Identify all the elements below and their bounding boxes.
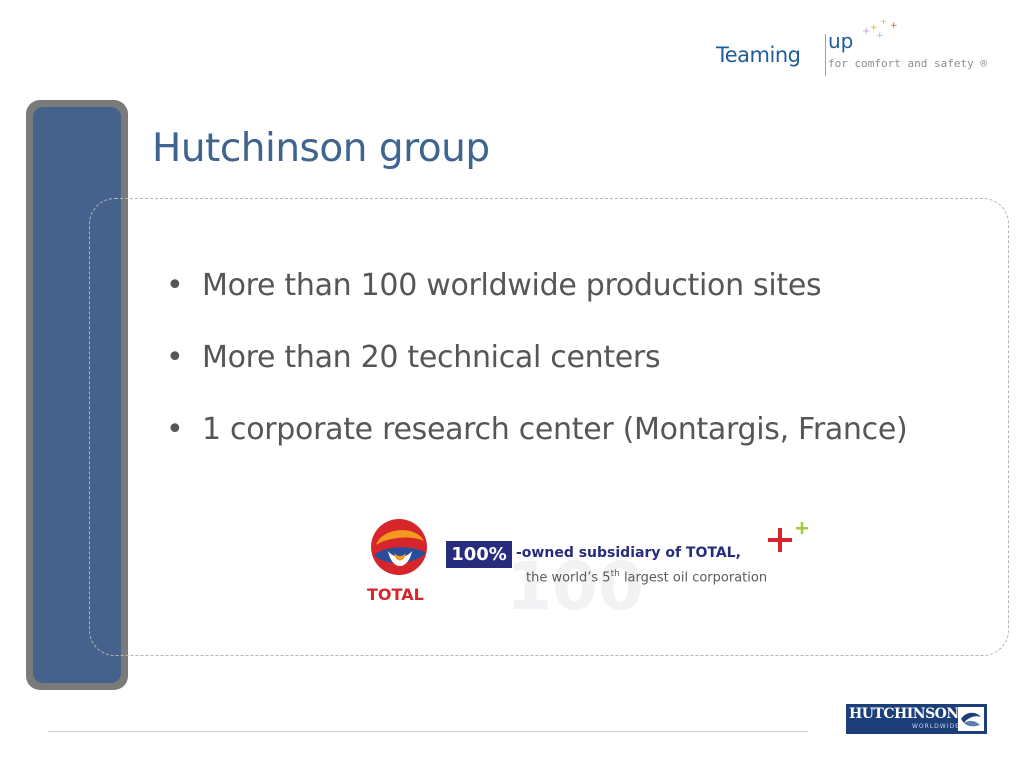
hutchinson-emblem-icon	[958, 707, 984, 731]
svg-text:+: +	[880, 17, 887, 26]
bullet-list: • More than 100 worldwide production site…	[166, 268, 908, 484]
plus-plus-icon	[768, 522, 808, 552]
world-sup: th	[610, 569, 620, 579]
svg-text:+: +	[890, 21, 898, 31]
logo-up: up	[828, 29, 854, 53]
hutchinson-sub: WORLDWIDE	[912, 723, 960, 730]
teaming-up-logo: + + + + + Teaming up for comfort and saf…	[712, 14, 1012, 78]
hutchinson-logo: HUTCHINSON WORLDWIDE	[846, 704, 987, 734]
bullet-text: 1 corporate research center (Montargis, …	[202, 412, 908, 447]
percent-badge: 100%	[446, 541, 512, 568]
slide-title: Hutchinson group	[152, 126, 490, 171]
bullet-item: • 1 corporate research center (Montargis,…	[166, 412, 908, 484]
logo-tagline: for comfort and safety ®	[828, 57, 987, 70]
bullet-text: More than 20 technical centers	[202, 340, 661, 375]
logo-word: Teaming	[716, 43, 801, 67]
total-brand: TOTAL	[367, 585, 424, 604]
world-ranking-text: the world’s 5th largest oil corporation	[526, 569, 767, 585]
svg-text:+: +	[876, 31, 884, 41]
owned-subsidiary-text: -owned subsidiary of TOTAL,	[516, 545, 741, 561]
bullet-item: • More than 100 worldwide production site…	[166, 268, 907, 340]
footer-divider	[48, 731, 808, 732]
sparkle-icon: + + + + +	[862, 17, 898, 41]
hutchinson-name: HUTCHINSON	[849, 706, 959, 722]
bullet-dot: •	[166, 340, 184, 375]
bullet-item: • More than 20 technical centers	[166, 340, 907, 412]
bullet-text: More than 100 worldwide production sites	[202, 268, 822, 303]
world-prefix: the world’s 5	[526, 570, 611, 586]
world-suffix: largest oil corporation	[619, 570, 768, 586]
logo-divider	[825, 34, 826, 76]
bullet-dot: •	[166, 412, 184, 447]
bullet-dot: •	[166, 268, 184, 303]
